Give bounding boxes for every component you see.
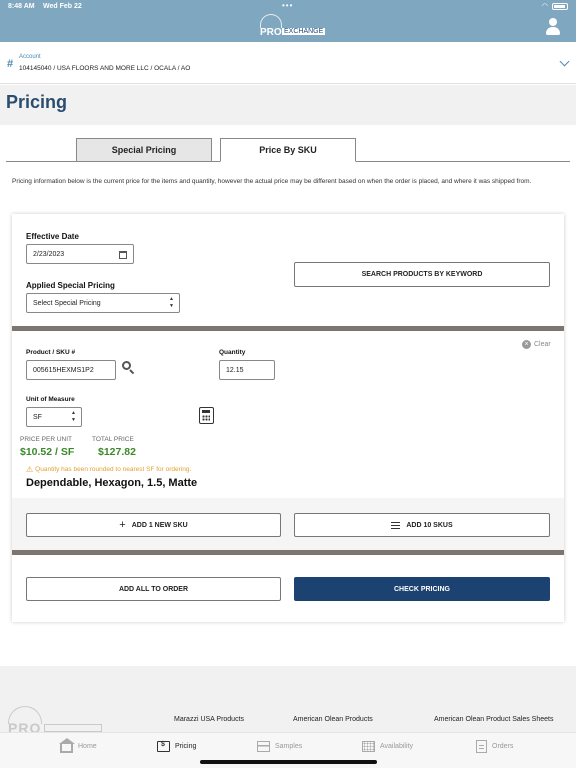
add-ten-skus-label: ADD 10 SKUS [406, 521, 453, 529]
quantity-label: Quantity [219, 349, 246, 356]
special-pricing-value: Select Special Pricing [33, 299, 101, 307]
tab-home[interactable]: Home [59, 737, 97, 754]
signal-waves-icon [260, 14, 282, 28]
select-arrows-icon: ▲ ▼ [71, 410, 76, 423]
footer-link-marazzi[interactable]: Marazzi USA Products [174, 716, 244, 723]
clear-icon: × [522, 340, 531, 349]
effective-date-label: Effective Date [26, 232, 79, 241]
status-date: Wed Feb 22 [43, 3, 82, 10]
account-value: 104145040 / USA FLOORS AND MORE LLC / OC… [19, 65, 191, 72]
home-icon [59, 737, 75, 753]
pro-exchange-logo: PRO EXCHANGE [256, 14, 326, 40]
quantity-value: 12.15 [226, 366, 244, 374]
calculator-icon[interactable] [199, 407, 214, 424]
pricing-icon [157, 740, 170, 752]
total-price-value: $127.82 [98, 446, 136, 458]
price-per-unit-value: $10.52 / SF [20, 446, 75, 458]
plus-icon: + [119, 519, 126, 531]
tab-orders[interactable]: Orders [476, 738, 513, 754]
clear-button[interactable]: × Clear [522, 340, 551, 349]
tab-price-by-sku[interactable]: Price By SKU [220, 138, 356, 162]
add-ten-skus-button[interactable]: ADD 10 SKUS [294, 513, 550, 537]
product-sku-input[interactable]: 005615HEXMS1P2 [26, 360, 116, 380]
tab-orders-label: Orders [492, 742, 514, 750]
account-selector[interactable]: # Account 104145040 / USA FLOORS AND MOR… [0, 44, 576, 84]
list-icon [391, 521, 401, 529]
status-time: 8:48 AM [8, 3, 35, 10]
tab-special-pricing[interactable]: Special Pricing [76, 138, 212, 162]
tab-availability-label: Availability [380, 742, 413, 750]
hash-icon: # [7, 58, 14, 70]
status-indicators: ◠ [542, 2, 568, 10]
product-name: Dependable, Hexagon, 1.5, Matte [26, 477, 198, 489]
footer-link-sales-sheets[interactable]: American Olean Product Sales Sheets [434, 716, 553, 723]
add-new-sku-button[interactable]: + ADD 1 NEW SKU [26, 513, 281, 537]
tab-samples-label: Samples [275, 742, 303, 750]
page-title-band [0, 85, 576, 125]
effective-date-value: 2/23/2023 [33, 250, 65, 258]
page-title: Pricing [6, 92, 68, 112]
warning-icon: ⚠ [26, 465, 34, 474]
price-per-unit-label: PRICE PER UNIT [20, 436, 73, 443]
special-pricing-label: Applied Special Pricing [26, 281, 115, 290]
tab-pricing-label: Pricing [175, 742, 197, 750]
multitask-dots[interactable]: ••• [282, 1, 293, 10]
logo-exchange-text: EXCHANGE [282, 28, 326, 35]
availability-icon [362, 740, 375, 752]
product-sku-value: 005615HEXMS1P2 [33, 366, 94, 374]
wifi-icon: ◠ [541, 3, 548, 10]
orders-icon [476, 739, 487, 753]
search-icon[interactable] [122, 361, 135, 375]
battery-icon [552, 2, 568, 10]
rounding-warning: ⚠ Quantity has been rounded to nearest S… [26, 465, 191, 474]
tab-pricing[interactable]: Pricing [157, 738, 196, 754]
section-separator [12, 326, 564, 331]
uom-label: Unit of Measure [26, 396, 75, 403]
samples-icon [257, 740, 270, 752]
section-separator [12, 550, 564, 555]
calendar-icon[interactable] [119, 251, 127, 259]
check-pricing-button[interactable]: CHECK PRICING [294, 577, 550, 601]
account-label: Account [19, 54, 41, 60]
clear-label: Clear [534, 341, 551, 348]
home-indicator [200, 760, 377, 764]
logo-pro-text: PRO [260, 27, 282, 38]
uom-select[interactable]: SF ▲ ▼ [26, 407, 82, 427]
warning-text: Quantity has been rounded to nearest SF … [35, 466, 192, 473]
footer-logo: PRO [6, 706, 102, 736]
add-new-sku-label: ADD 1 NEW SKU [131, 521, 188, 529]
select-arrows-icon: ▲ ▼ [169, 296, 174, 309]
search-products-by-keyword-button[interactable]: SEARCH PRODUCTS BY KEYWORD [294, 262, 550, 287]
pricing-info-text: Pricing information below is the current… [12, 178, 532, 185]
tab-active-gap [221, 161, 355, 162]
quantity-input[interactable]: 12.15 [219, 360, 275, 380]
tab-home-label: Home [78, 742, 97, 750]
tab-samples[interactable]: Samples [257, 738, 302, 754]
add-all-to-order-button[interactable]: ADD ALL TO ORDER [26, 577, 281, 601]
tab-availability[interactable]: Availability [362, 738, 413, 754]
total-price-label: TOTAL PRICE [92, 436, 134, 443]
chevron-down-icon[interactable] [559, 56, 570, 67]
user-profile-icon[interactable] [546, 18, 560, 35]
product-sku-label: Product / SKU # [26, 349, 76, 356]
app-header: 8:48 AM Wed Feb 22 ••• ◠ PRO EXCHANGE [0, 0, 576, 42]
uom-value: SF [33, 413, 42, 421]
footer-link-american-olean[interactable]: American Olean Products [293, 716, 373, 723]
effective-date-field[interactable]: 2/23/2023 [26, 244, 134, 264]
special-pricing-select[interactable]: Select Special Pricing ▲ ▼ [26, 293, 180, 313]
